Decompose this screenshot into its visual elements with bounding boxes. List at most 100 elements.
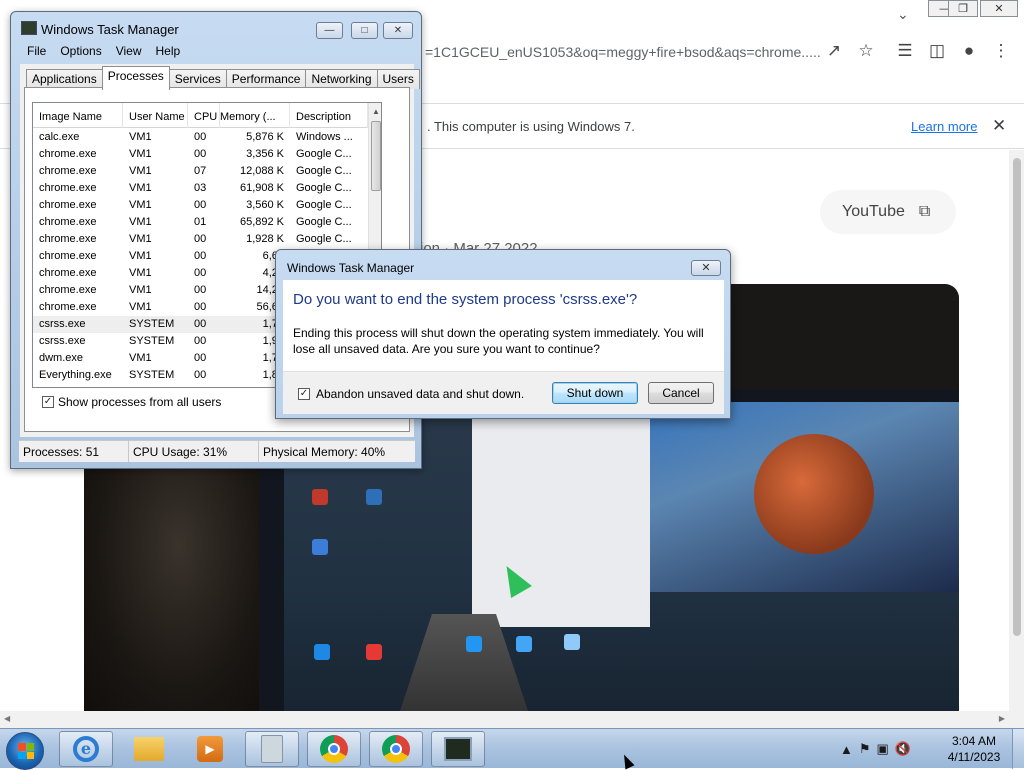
menu-file[interactable]: File <box>20 42 53 62</box>
volume-muted-icon[interactable]: 🔇 <box>895 741 911 757</box>
process-row[interactable]: chrome.exe VM1 00 3,356 K Google C... <box>33 146 368 163</box>
process-row[interactable]: chrome.exe VM1 01 65,892 K Google C... <box>33 214 368 231</box>
task-manager-title: Windows Task Manager <box>41 22 179 37</box>
menu-view[interactable]: View <box>109 42 149 62</box>
abandon-data-option[interactable]: ✓ Abandon unsaved data and shut down. <box>298 387 524 401</box>
show-all-label: Show processes from all users <box>58 395 222 409</box>
process-image-name: chrome.exe <box>39 233 97 245</box>
process-cpu: 00 <box>194 233 207 245</box>
column-user-name[interactable]: User Name <box>123 103 188 128</box>
dialog-close-button[interactable]: ✕ <box>691 260 721 276</box>
scroll-right-icon[interactable]: ▶ <box>999 714 1005 723</box>
process-row[interactable]: chrome.exe VM1 00 3,560 K Google C... <box>33 197 368 214</box>
task-manager-app-icon <box>21 21 37 35</box>
video-desktop-icon <box>366 644 382 660</box>
close-button[interactable]: ✕ <box>383 22 413 39</box>
tab-networking[interactable]: Networking <box>305 69 378 89</box>
process-row[interactable]: calc.exe VM1 00 5,876 K Windows ... <box>33 129 368 146</box>
tab-services[interactable]: Services <box>168 69 227 89</box>
taskbar-windows-explorer[interactable] <box>122 731 176 767</box>
internet-explorer-icon: e <box>73 736 99 762</box>
process-image-name: csrss.exe <box>39 318 86 330</box>
process-scroll-thumb[interactable] <box>371 121 381 191</box>
process-row[interactable]: chrome.exe VM1 03 61,908 K Google C... <box>33 180 368 197</box>
chrome-menu-icon[interactable]: ⋮ <box>990 41 1012 61</box>
process-cpu: 07 <box>194 165 207 177</box>
page-horizontal-scrollbar[interactable]: ◀ ▶ <box>0 711 1009 728</box>
column-image-name[interactable]: Image Name <box>33 103 123 128</box>
process-image-name: chrome.exe <box>39 284 97 296</box>
scroll-thumb[interactable] <box>1013 158 1021 636</box>
learn-more-link[interactable]: Learn more <box>911 119 977 134</box>
process-user-name: VM1 <box>129 301 152 313</box>
chrome-close-button[interactable]: ✕ <box>980 0 1018 17</box>
folder-icon <box>134 737 164 761</box>
process-user-name: VM1 <box>129 148 152 160</box>
process-image-name: Everything.exe <box>39 369 112 381</box>
video-bike-area <box>84 434 274 711</box>
show-all-processes[interactable]: ✓ Show processes from all users <box>42 395 221 409</box>
address-bar-url[interactable]: =1C1GCEU_enUS1053&oq=meggy+fire+bsod&aqs… <box>425 44 821 60</box>
process-row[interactable]: chrome.exe VM1 07 12,088 K Google C... <box>33 163 368 180</box>
start-orb-icon[interactable] <box>6 732 44 770</box>
process-cpu: 00 <box>194 284 207 296</box>
process-row[interactable]: chrome.exe VM1 00 1,928 K Google C... <box>33 231 368 248</box>
taskbar-media-player[interactable]: ▶ <box>183 731 237 767</box>
show-hidden-icons-icon[interactable]: ▲ <box>840 742 853 757</box>
tab-performance[interactable]: Performance <box>225 69 307 89</box>
dialog-question: Do you want to end the system process 'c… <box>293 291 638 308</box>
scroll-up-icon[interactable]: ▲ <box>372 107 380 116</box>
abandon-data-checkbox[interactable]: ✓ <box>298 388 310 400</box>
profile-avatar-icon[interactable]: ● <box>958 41 980 61</box>
shut-down-button[interactable]: Shut down <box>552 382 638 404</box>
video-desktop-icon <box>366 489 382 505</box>
page-vertical-scrollbar[interactable] <box>1009 150 1024 728</box>
column-memory[interactable]: Memory (... <box>220 103 290 128</box>
tab-applications[interactable]: Applications <box>26 69 103 89</box>
column-cpu[interactable]: CPU <box>188 103 220 128</box>
status-memory: Physical Memory: 40% <box>263 445 386 459</box>
process-user-name: VM1 <box>129 267 152 279</box>
taskbar-internet-explorer[interactable]: e <box>59 731 113 767</box>
taskbar-chrome-1[interactable] <box>307 731 361 767</box>
side-panel-icon[interactable]: ◫ <box>926 41 948 61</box>
chrome-restore-button[interactable]: ❐ <box>948 0 978 17</box>
taskbar-chrome-2[interactable] <box>369 731 423 767</box>
taskbar-task-manager[interactable] <box>431 731 485 767</box>
column-description[interactable]: Description <box>290 103 368 128</box>
process-image-name: chrome.exe <box>39 148 97 160</box>
scroll-left-icon[interactable]: ◀ <box>4 714 10 723</box>
youtube-button[interactable]: YouTube ⧉ <box>820 190 956 234</box>
network-icon[interactable]: ▣ <box>877 741 889 757</box>
video-desktop-icon <box>314 644 330 660</box>
process-user-name: VM1 <box>129 131 152 143</box>
tab-users[interactable]: Users <box>376 69 420 89</box>
tab-processes[interactable]: Processes <box>101 66 170 90</box>
maximize-button[interactable]: □ <box>351 22 378 39</box>
cancel-button[interactable]: Cancel <box>648 382 714 404</box>
windows-flag-icon <box>18 743 34 759</box>
taskbar-clock[interactable]: 3:04 AM 4/11/2023 <box>944 733 1004 765</box>
process-cpu: 00 <box>194 352 207 364</box>
process-cpu: 00 <box>194 148 207 160</box>
process-cpu: 00 <box>194 369 207 381</box>
minimize-button[interactable]: — <box>316 22 343 39</box>
status-cpu: CPU Usage: 31% <box>129 441 259 462</box>
infobar-close-icon[interactable]: ✕ <box>992 116 1006 136</box>
show-all-checkbox[interactable]: ✓ <box>42 396 54 408</box>
tab-search-chevron-icon[interactable]: ⌄ <box>897 6 909 23</box>
show-desktop-button[interactable] <box>1012 729 1024 769</box>
video-white-panel <box>472 392 650 627</box>
process-memory: 1,928 K <box>246 233 284 245</box>
task-manager-titlebar[interactable]: Windows Task Manager — □ ✕ <box>11 12 421 42</box>
menu-help[interactable]: Help <box>149 42 188 62</box>
process-memory: 12,088 K <box>239 165 284 177</box>
taskbar: e ▶ ▲ ⚑ ▣ 🔇 3:04 AM 4/11/2023 <box>0 728 1024 770</box>
reading-list-icon[interactable]: ☰ <box>894 41 916 61</box>
taskbar-calculator[interactable] <box>245 731 299 767</box>
task-manager-statusbar: Processes: 51 CPU Usage: 31% Physical Me… <box>19 440 415 462</box>
menu-options[interactable]: Options <box>53 42 108 62</box>
bookmark-star-icon[interactable]: ☆ <box>855 41 877 61</box>
action-center-flag-icon[interactable]: ⚑ <box>859 741 871 757</box>
share-icon[interactable]: ↗ <box>823 41 845 61</box>
